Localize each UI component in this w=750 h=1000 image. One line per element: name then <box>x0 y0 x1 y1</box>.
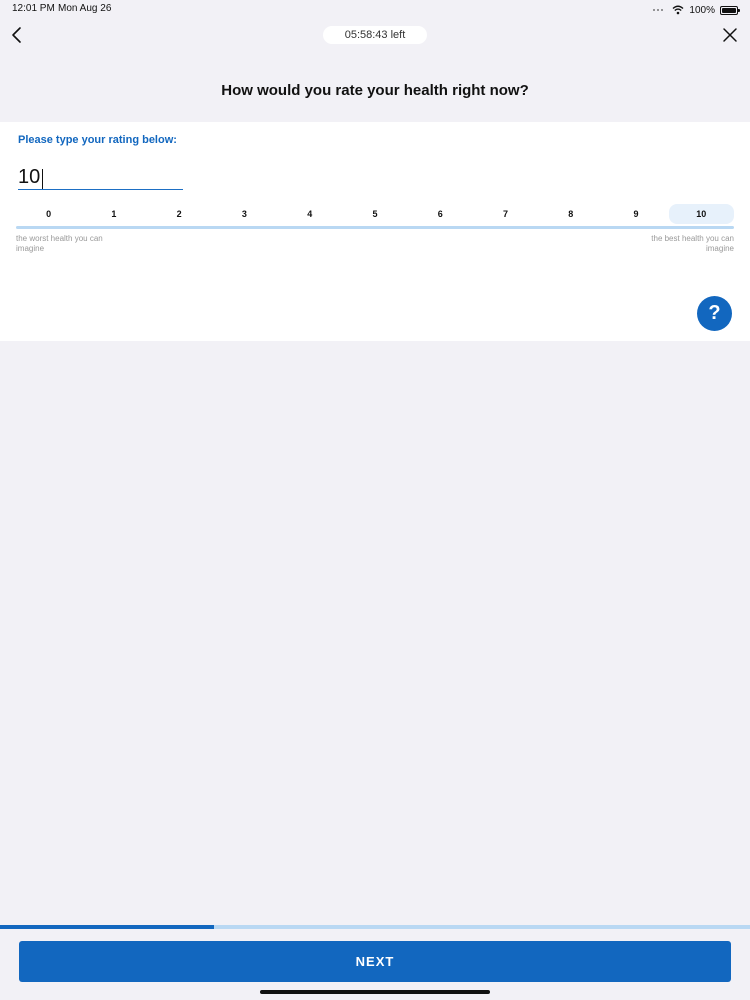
worst-health-label: the worst health you can imagine <box>16 234 103 253</box>
scale-option-7[interactable]: 7 <box>473 204 538 224</box>
back-button[interactable] <box>6 24 28 46</box>
scale-option-5[interactable]: 5 <box>342 204 407 224</box>
scale-option-1[interactable]: 1 <box>81 204 146 224</box>
battery-icon <box>720 5 740 15</box>
best-health-label: the best health you can imagine <box>651 234 734 253</box>
time-remaining: 05:58:43 left <box>323 26 427 44</box>
help-button[interactable]: ? <box>697 296 732 331</box>
status-bar: 12:01 PM Mon Aug 26 100% <box>0 0 750 20</box>
scale-option-3[interactable]: 3 <box>212 204 277 224</box>
rating-prompt: Please type your rating below: <box>18 134 177 146</box>
status-date: Mon Aug 26 <box>58 3 112 14</box>
status-indicators: 100% <box>653 3 740 17</box>
home-indicator <box>260 990 490 994</box>
scale-option-10[interactable]: 10 <box>668 204 734 224</box>
status-time: 12:01 PM <box>12 3 55 14</box>
next-button[interactable]: NEXT <box>19 941 731 982</box>
progress-fill <box>0 925 214 929</box>
progress-bar <box>0 925 750 929</box>
scale-option-4[interactable]: 4 <box>277 204 342 224</box>
scale-option-8[interactable]: 8 <box>538 204 603 224</box>
chevron-left-icon <box>12 27 21 43</box>
battery-percent: 100% <box>689 4 715 16</box>
rating-scale: 0 1 2 3 4 5 6 7 8 9 10 <box>16 204 734 224</box>
multitasking-dots-icon <box>653 8 667 12</box>
text-caret <box>42 169 43 189</box>
scale-line <box>16 226 734 229</box>
rating-card: Please type your rating below: 012345678… <box>0 122 750 341</box>
close-button[interactable] <box>720 25 740 45</box>
scale-option-9[interactable]: 9 <box>603 204 668 224</box>
question-title: How would you rate your health right now… <box>221 82 529 99</box>
close-icon <box>723 28 737 42</box>
wifi-icon <box>672 5 684 15</box>
scale-option-6[interactable]: 6 <box>408 204 473 224</box>
scale-option-2[interactable]: 2 <box>147 204 212 224</box>
scale-option-0[interactable]: 0 <box>16 204 81 224</box>
